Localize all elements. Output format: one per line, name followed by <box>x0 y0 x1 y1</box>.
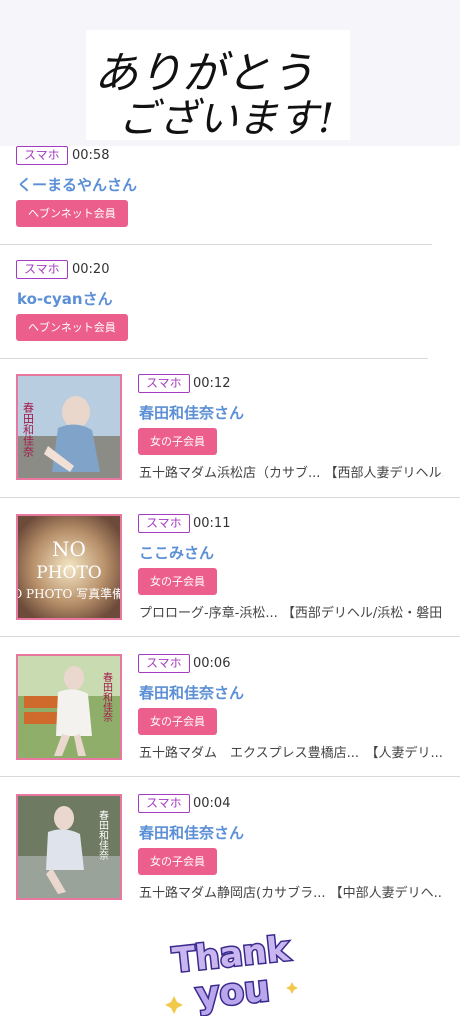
thanks-banner-card: ありがとう ございます! <box>86 30 350 140</box>
you-text: you <box>194 968 272 1016</box>
profile-photo[interactable]: NO PHOTO NO PHOTO 写真準備中 <box>16 514 122 620</box>
thank-you-sticker: Thank you <box>0 916 460 1024</box>
member-badge: ヘブンネット会員 <box>16 314 128 341</box>
profile-photo[interactable]: 春田和佳奈 <box>16 794 122 900</box>
list-item[interactable]: スマホ 00:58 くーまるやんさん ヘブンネット会員 <box>0 146 460 244</box>
list-item[interactable]: 春田和佳奈 スマホ 00:04 春田和佳奈さん 女の子会員 五十路マダム静岡店(… <box>0 794 460 902</box>
banner-line2: ございます! <box>118 96 334 140</box>
shop-name[interactable]: 五十路マダム エクスプレス豊橋店... 【人妻デリ... <box>139 742 443 761</box>
divider <box>0 776 460 777</box>
no-photo-label: NO <box>52 537 86 561</box>
visitor-name[interactable]: ko-cyanさん <box>17 288 113 309</box>
device-badge: スマホ <box>138 514 190 533</box>
device-badge: スマホ <box>138 794 190 813</box>
visit-time: 00:06 <box>193 656 231 671</box>
device-badge: スマホ <box>138 374 190 393</box>
visit-time: 00:12 <box>193 376 231 391</box>
device-badge: スマホ <box>138 654 190 673</box>
visitor-name[interactable]: 春田和佳奈さん <box>139 402 244 423</box>
visitor-list: スマホ 00:58 くーまるやんさん ヘブンネット会員 スマホ 00:20 ko… <box>0 146 460 916</box>
visit-time: 00:04 <box>193 796 231 811</box>
thanks-banner: ありがとう ございます! <box>0 0 460 146</box>
divider <box>0 244 432 245</box>
visitor-name[interactable]: くーまるやんさん <box>17 174 137 195</box>
profile-photo[interactable]: 春田和佳奈 <box>16 374 122 480</box>
list-item[interactable]: スマホ 00:20 ko-cyanさん ヘブンネット会員 <box>0 260 460 358</box>
photo-caption: 春田和佳奈 <box>22 402 35 457</box>
sparkle-icon <box>165 996 183 1014</box>
device-badge: スマホ <box>16 260 68 279</box>
banner-line1: ありがとう <box>94 48 314 99</box>
sparkle-icon <box>286 982 298 994</box>
divider <box>0 636 460 637</box>
photo-caption: 春田和佳奈 <box>97 810 109 860</box>
visitor-name[interactable]: 春田和佳奈さん <box>139 822 244 843</box>
profile-photo[interactable]: 春田和佳奈 <box>16 654 122 760</box>
list-item[interactable]: 春田和佳奈 スマホ 00:12 春田和佳奈さん 女の子会員 五十路マダム浜松店（… <box>0 374 460 482</box>
list-item[interactable]: NO PHOTO NO PHOTO 写真準備中 スマホ 00:11 ここみさん … <box>0 514 460 622</box>
visit-time: 00:11 <box>193 516 231 531</box>
member-badge: ヘブンネット会員 <box>16 200 128 227</box>
divider <box>0 497 460 498</box>
visitor-name[interactable]: 春田和佳奈さん <box>139 682 244 703</box>
shop-name[interactable]: 五十路マダム浜松店（カサブ... 【西部人妻デリヘル... <box>139 462 443 481</box>
photo-caption: 春田和佳奈 <box>101 672 113 722</box>
member-badge: 女の子会員 <box>138 848 217 875</box>
visit-time: 00:20 <box>72 262 110 277</box>
no-photo-sub: NO PHOTO 写真準備中 <box>18 586 120 601</box>
divider <box>0 358 428 359</box>
visitor-name[interactable]: ここみさん <box>139 542 214 563</box>
visit-time: 00:58 <box>72 148 110 163</box>
member-badge: 女の子会員 <box>138 568 217 595</box>
shop-name[interactable]: プロローグ-序章-浜松... 【西部デリヘル/浜松・磐田... <box>139 602 443 621</box>
device-badge: スマホ <box>16 146 68 165</box>
shop-name[interactable]: 五十路マダム静岡店(カサブラ... 【中部人妻デリヘ... <box>139 882 443 901</box>
member-badge: 女の子会員 <box>138 428 217 455</box>
list-item[interactable]: 春田和佳奈 スマホ 00:06 春田和佳奈さん 女の子会員 五十路マダム エクス… <box>0 654 460 762</box>
member-badge: 女の子会員 <box>138 708 217 735</box>
no-photo-label: PHOTO <box>36 563 101 583</box>
